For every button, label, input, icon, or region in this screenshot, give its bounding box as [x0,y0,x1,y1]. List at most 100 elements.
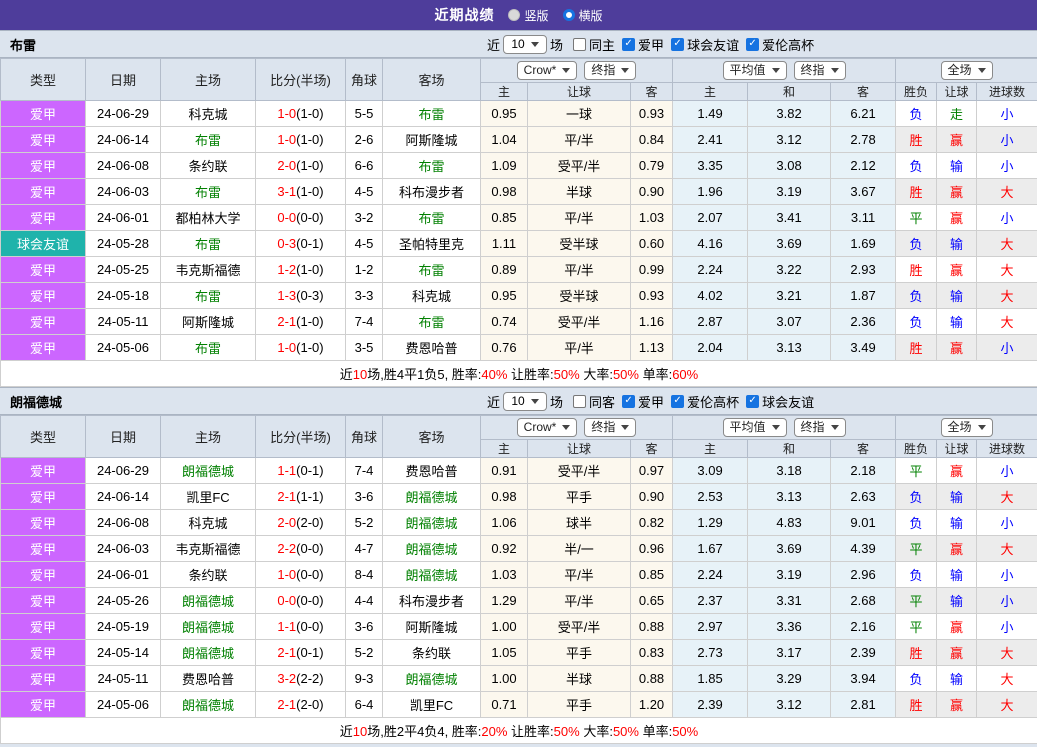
league-cell: 爱甲 [1,335,86,361]
col-euro-away: 客 [831,83,896,101]
odds-stage-select[interactable]: 终指 [584,61,636,80]
euro-type-select[interactable]: 平均值 [723,418,787,437]
away-team-cell: 阿斯隆城 [383,127,481,153]
outcome-result: 平 [896,205,937,231]
chevron-down-icon [831,425,839,430]
scope-select[interactable]: 全场 [941,418,993,437]
score-cell: 1-0(1-0) [256,127,346,153]
team-section-longford: 朗福德城 近 10 场 同客✓爱甲✓爱伦高杯✓球会友谊 类型 日期 主场 比分(… [0,387,1037,744]
euro-away-odds: 6.21 [831,101,896,127]
filter-checkbox[interactable]: ✓爱甲 [622,392,664,411]
halftime-score: (1-0) [296,106,323,121]
home-team-cell: 科克城 [161,510,256,536]
match-count-select[interactable]: 10 [503,392,547,411]
outcome-result: 平 [896,588,937,614]
asia-odds-group-header: Crow* 终指 [481,416,673,440]
corner-cell: 2-6 [346,127,383,153]
odds-stage-value: 终指 [591,63,615,78]
checkbox-label: 球会友谊 [762,392,814,411]
match-row: 球会友谊24-05-28布雷0-3(0-1)4-5圣帕特里克1.11受半球0.6… [1,231,1037,257]
score-cell: 3-1(1-0) [256,179,346,205]
asia-home-odds: 1.05 [481,640,528,666]
handicap-result: 输 [937,510,977,536]
away-team-cell: 朗福德城 [383,510,481,536]
goals-result: 大 [977,257,1037,283]
euro-stage-select[interactable]: 终指 [794,61,846,80]
fulltime-score: 1-0 [277,567,296,582]
corner-cell: 4-5 [346,231,383,257]
asia-handicap: 半球 [528,179,631,205]
filter-controls: 近 10 场 同客✓爱甲✓爱伦高杯✓球会友谊 [487,392,814,411]
asia-home-odds: 0.74 [481,309,528,335]
away-team-cell: 科布漫步者 [383,588,481,614]
summary-segment: 单率: [639,367,672,382]
date-cell: 24-05-06 [86,335,161,361]
euro-home-odds: 1.49 [673,101,748,127]
date-cell: 24-05-14 [86,640,161,666]
home-team-cell: 科克城 [161,101,256,127]
checkbox-unchecked-icon[interactable] [573,38,586,51]
home-team-cell: 费恩哈普 [161,666,256,692]
checkbox-checked-icon[interactable]: ✓ [746,395,759,408]
away-team-cell: 布雷 [383,257,481,283]
odds-company-select[interactable]: Crow* [517,61,578,80]
asia-home-odds: 0.98 [481,484,528,510]
odds-company-select[interactable]: Crow* [517,418,578,437]
halftime-score: (0-0) [296,593,323,608]
fulltime-score: 3-2 [277,671,296,686]
euro-draw-odds: 3.36 [748,614,831,640]
team-filter-bar: 布雷 近 10 场 同主✓爱甲✓球会友谊✓爱伦高杯 [0,30,1037,58]
goals-result: 大 [977,231,1037,257]
euro-type-select[interactable]: 平均值 [723,61,787,80]
fulltime-score: 2-1 [277,645,296,660]
filter-checkbox[interactable]: ✓球会友谊 [746,392,814,411]
checkbox-unchecked-icon[interactable] [573,395,586,408]
euro-home-odds: 1.29 [673,510,748,536]
filter-checkbox[interactable]: ✓爱伦高杯 [671,392,739,411]
radio-unselected-icon[interactable] [563,9,575,21]
match-count-select[interactable]: 10 [503,35,547,54]
euro-draw-odds: 3.69 [748,536,831,562]
euro-home-odds: 4.16 [673,231,748,257]
filter-checkbox[interactable]: ✓球会友谊 [671,35,739,54]
summary-row: 近10场,胜4平1负5, 胜率:40% 让胜率:50% 大率:50% 单率:60… [1,361,1037,387]
radio-selected-icon[interactable] [508,9,520,21]
euro-stage-value: 终指 [801,63,825,78]
match-row: 爱甲24-05-06朗福德城2-1(2-0)6-4凯里FC0.71平手1.202… [1,692,1037,718]
date-cell: 24-05-19 [86,614,161,640]
home-team-cell: 朗福德城 [161,588,256,614]
team-name: 朗福德城 [0,392,62,411]
layout-radio-horizontal[interactable]: 横版 [563,7,603,24]
league-cell: 爱甲 [1,614,86,640]
checkbox-checked-icon[interactable]: ✓ [671,38,684,51]
chevron-down-icon [772,68,780,73]
checkbox-checked-icon[interactable]: ✓ [622,395,635,408]
asia-home-odds: 1.00 [481,614,528,640]
goals-result: 小 [977,127,1037,153]
odds-stage-select[interactable]: 终指 [584,418,636,437]
layout-radio-vertical[interactable]: 竖版 [508,7,548,24]
filter-checkbox[interactable]: ✓爱甲 [622,35,664,54]
euro-stage-select[interactable]: 终指 [794,418,846,437]
filter-checkbox[interactable]: ✓爱伦高杯 [746,35,814,54]
checkbox-checked-icon[interactable]: ✓ [622,38,635,51]
handicap-result: 赢 [937,614,977,640]
filter-checkbox[interactable]: 同主 [573,35,615,54]
filter-checkbox[interactable]: 同客 [573,392,615,411]
score-cell: 1-0(0-0) [256,562,346,588]
match-count-value: 10 [511,394,524,409]
euro-draw-odds: 3.08 [748,153,831,179]
league-cell: 爱甲 [1,484,86,510]
col-away: 客场 [383,59,481,101]
asia-away-odds: 0.97 [631,458,673,484]
scope-select[interactable]: 全场 [941,61,993,80]
euro-away-odds: 3.67 [831,179,896,205]
fulltime-score: 1-2 [277,262,296,277]
checkbox-checked-icon[interactable]: ✓ [746,38,759,51]
match-row: 爱甲24-06-14凯里FC2-1(1-1)3-6朗福德城0.98平手0.902… [1,484,1037,510]
league-cell: 爱甲 [1,458,86,484]
radio-label: 横版 [579,7,603,24]
checkbox-checked-icon[interactable]: ✓ [671,395,684,408]
away-team-cell: 朗福德城 [383,562,481,588]
handicap-result: 赢 [937,257,977,283]
